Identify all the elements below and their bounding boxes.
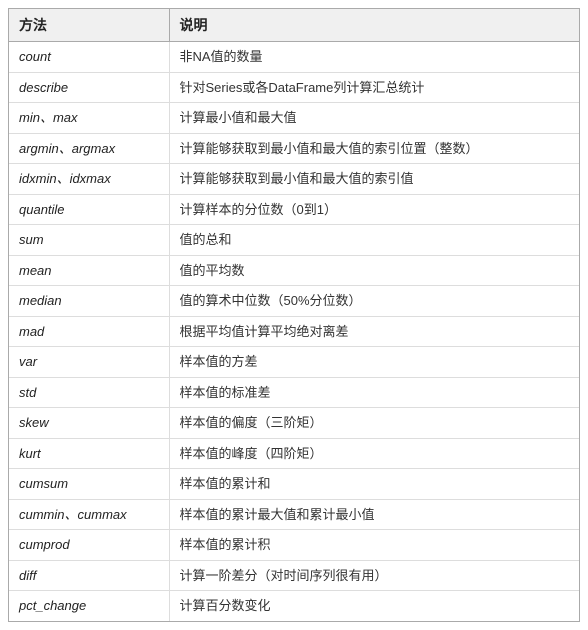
- method-cell: median: [9, 286, 169, 317]
- description-cell: 针对Series或各DataFrame列计算汇总统计: [169, 72, 579, 103]
- description-cell: 计算样本的分位数（0到1）: [169, 194, 579, 225]
- table-row: mean值的平均数: [9, 255, 579, 286]
- table-header-row: 方法 说明: [9, 9, 579, 42]
- methods-table: 方法 说明 count非NA值的数量describe针对Series或各Data…: [9, 9, 579, 621]
- description-cell: 样本值的累计和: [169, 469, 579, 500]
- table-row: count非NA值的数量: [9, 42, 579, 73]
- table-row: std样本值的标准差: [9, 377, 579, 408]
- method-cell: cumprod: [9, 530, 169, 561]
- description-cell: 值的总和: [169, 225, 579, 256]
- description-cell: 非NA值的数量: [169, 42, 579, 73]
- method-cell: sum: [9, 225, 169, 256]
- table-row: var样本值的方差: [9, 347, 579, 378]
- method-cell: count: [9, 42, 169, 73]
- description-cell: 计算百分数变化: [169, 591, 579, 621]
- description-cell: 样本值的标准差: [169, 377, 579, 408]
- method-cell: describe: [9, 72, 169, 103]
- table-row: sum值的总和: [9, 225, 579, 256]
- table-row: quantile计算样本的分位数（0到1）: [9, 194, 579, 225]
- description-cell: 值的算术中位数（50%分位数）: [169, 286, 579, 317]
- method-cell: mean: [9, 255, 169, 286]
- method-cell: argmin、argmax: [9, 133, 169, 164]
- table-row: skew样本值的偏度（三阶矩）: [9, 408, 579, 439]
- description-cell: 根据平均值计算平均绝对离差: [169, 316, 579, 347]
- table-row: cumsum样本值的累计和: [9, 469, 579, 500]
- table-row: min、max计算最小值和最大值: [9, 103, 579, 134]
- table-row: pct_change计算百分数变化: [9, 591, 579, 621]
- description-cell: 值的平均数: [169, 255, 579, 286]
- method-cell: skew: [9, 408, 169, 439]
- method-cell: diff: [9, 560, 169, 591]
- table-row: argmin、argmax计算能够获取到最小值和最大值的索引位置（整数）: [9, 133, 579, 164]
- table-row: idxmin、idxmax计算能够获取到最小值和最大值的索引值: [9, 164, 579, 195]
- method-cell: quantile: [9, 194, 169, 225]
- description-cell: 样本值的偏度（三阶矩）: [169, 408, 579, 439]
- description-cell: 计算一阶差分（对时间序列很有用）: [169, 560, 579, 591]
- method-cell: cummin、cummax: [9, 499, 169, 530]
- method-cell: kurt: [9, 438, 169, 469]
- header-method: 方法: [9, 9, 169, 42]
- method-cell: cumsum: [9, 469, 169, 500]
- description-cell: 样本值的累计最大值和累计最小值: [169, 499, 579, 530]
- method-cell: min、max: [9, 103, 169, 134]
- method-cell: var: [9, 347, 169, 378]
- table-row: median值的算术中位数（50%分位数）: [9, 286, 579, 317]
- method-cell: idxmin、idxmax: [9, 164, 169, 195]
- table-row: mad根据平均值计算平均绝对离差: [9, 316, 579, 347]
- table-row: cummin、cummax样本值的累计最大值和累计最小值: [9, 499, 579, 530]
- table-row: cumprod样本值的累计积: [9, 530, 579, 561]
- method-cell: pct_change: [9, 591, 169, 621]
- method-cell: mad: [9, 316, 169, 347]
- description-cell: 计算能够获取到最小值和最大值的索引位置（整数）: [169, 133, 579, 164]
- description-cell: 样本值的累计积: [169, 530, 579, 561]
- description-cell: 计算最小值和最大值: [169, 103, 579, 134]
- description-cell: 样本值的方差: [169, 347, 579, 378]
- table-row: describe针对Series或各DataFrame列计算汇总统计: [9, 72, 579, 103]
- methods-table-container: 方法 说明 count非NA值的数量describe针对Series或各Data…: [8, 8, 580, 622]
- method-cell: std: [9, 377, 169, 408]
- table-row: diff计算一阶差分（对时间序列很有用）: [9, 560, 579, 591]
- table-row: kurt样本值的峰度（四阶矩）: [9, 438, 579, 469]
- description-cell: 计算能够获取到最小值和最大值的索引值: [169, 164, 579, 195]
- header-description: 说明: [169, 9, 579, 42]
- description-cell: 样本值的峰度（四阶矩）: [169, 438, 579, 469]
